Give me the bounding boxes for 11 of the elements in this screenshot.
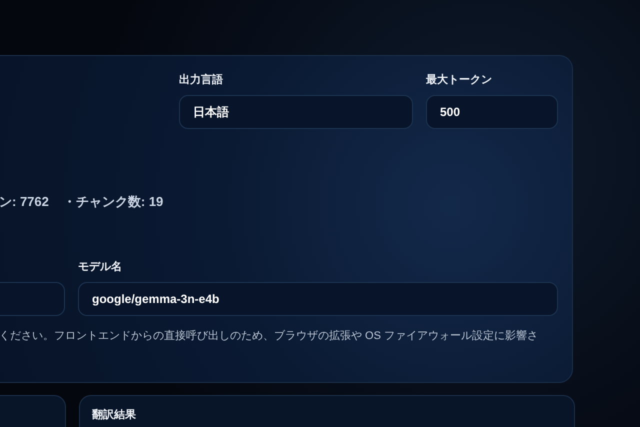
stat-text: ・チャンク数: 19	[62, 193, 164, 211]
model-name-field[interactable]: google/gemma-3n-e4b	[78, 282, 558, 316]
help-text: ください。フロントエンドからの直接呼び出しのため、ブラウザの拡張や OS ファイアウォール設定に影響さ	[0, 328, 540, 343]
input-field[interactable]: 500	[426, 95, 558, 129]
stat-text: ン: 7762	[0, 193, 49, 211]
field-label: モデル名	[78, 260, 123, 274]
input-field[interactable]: 日本語	[179, 95, 413, 129]
field-label: 最大トークン	[426, 72, 493, 87]
card-title: 翻訳結果	[92, 409, 136, 421]
field-label: 出力言語	[179, 72, 224, 87]
input-field[interactable]	[0, 282, 65, 316]
